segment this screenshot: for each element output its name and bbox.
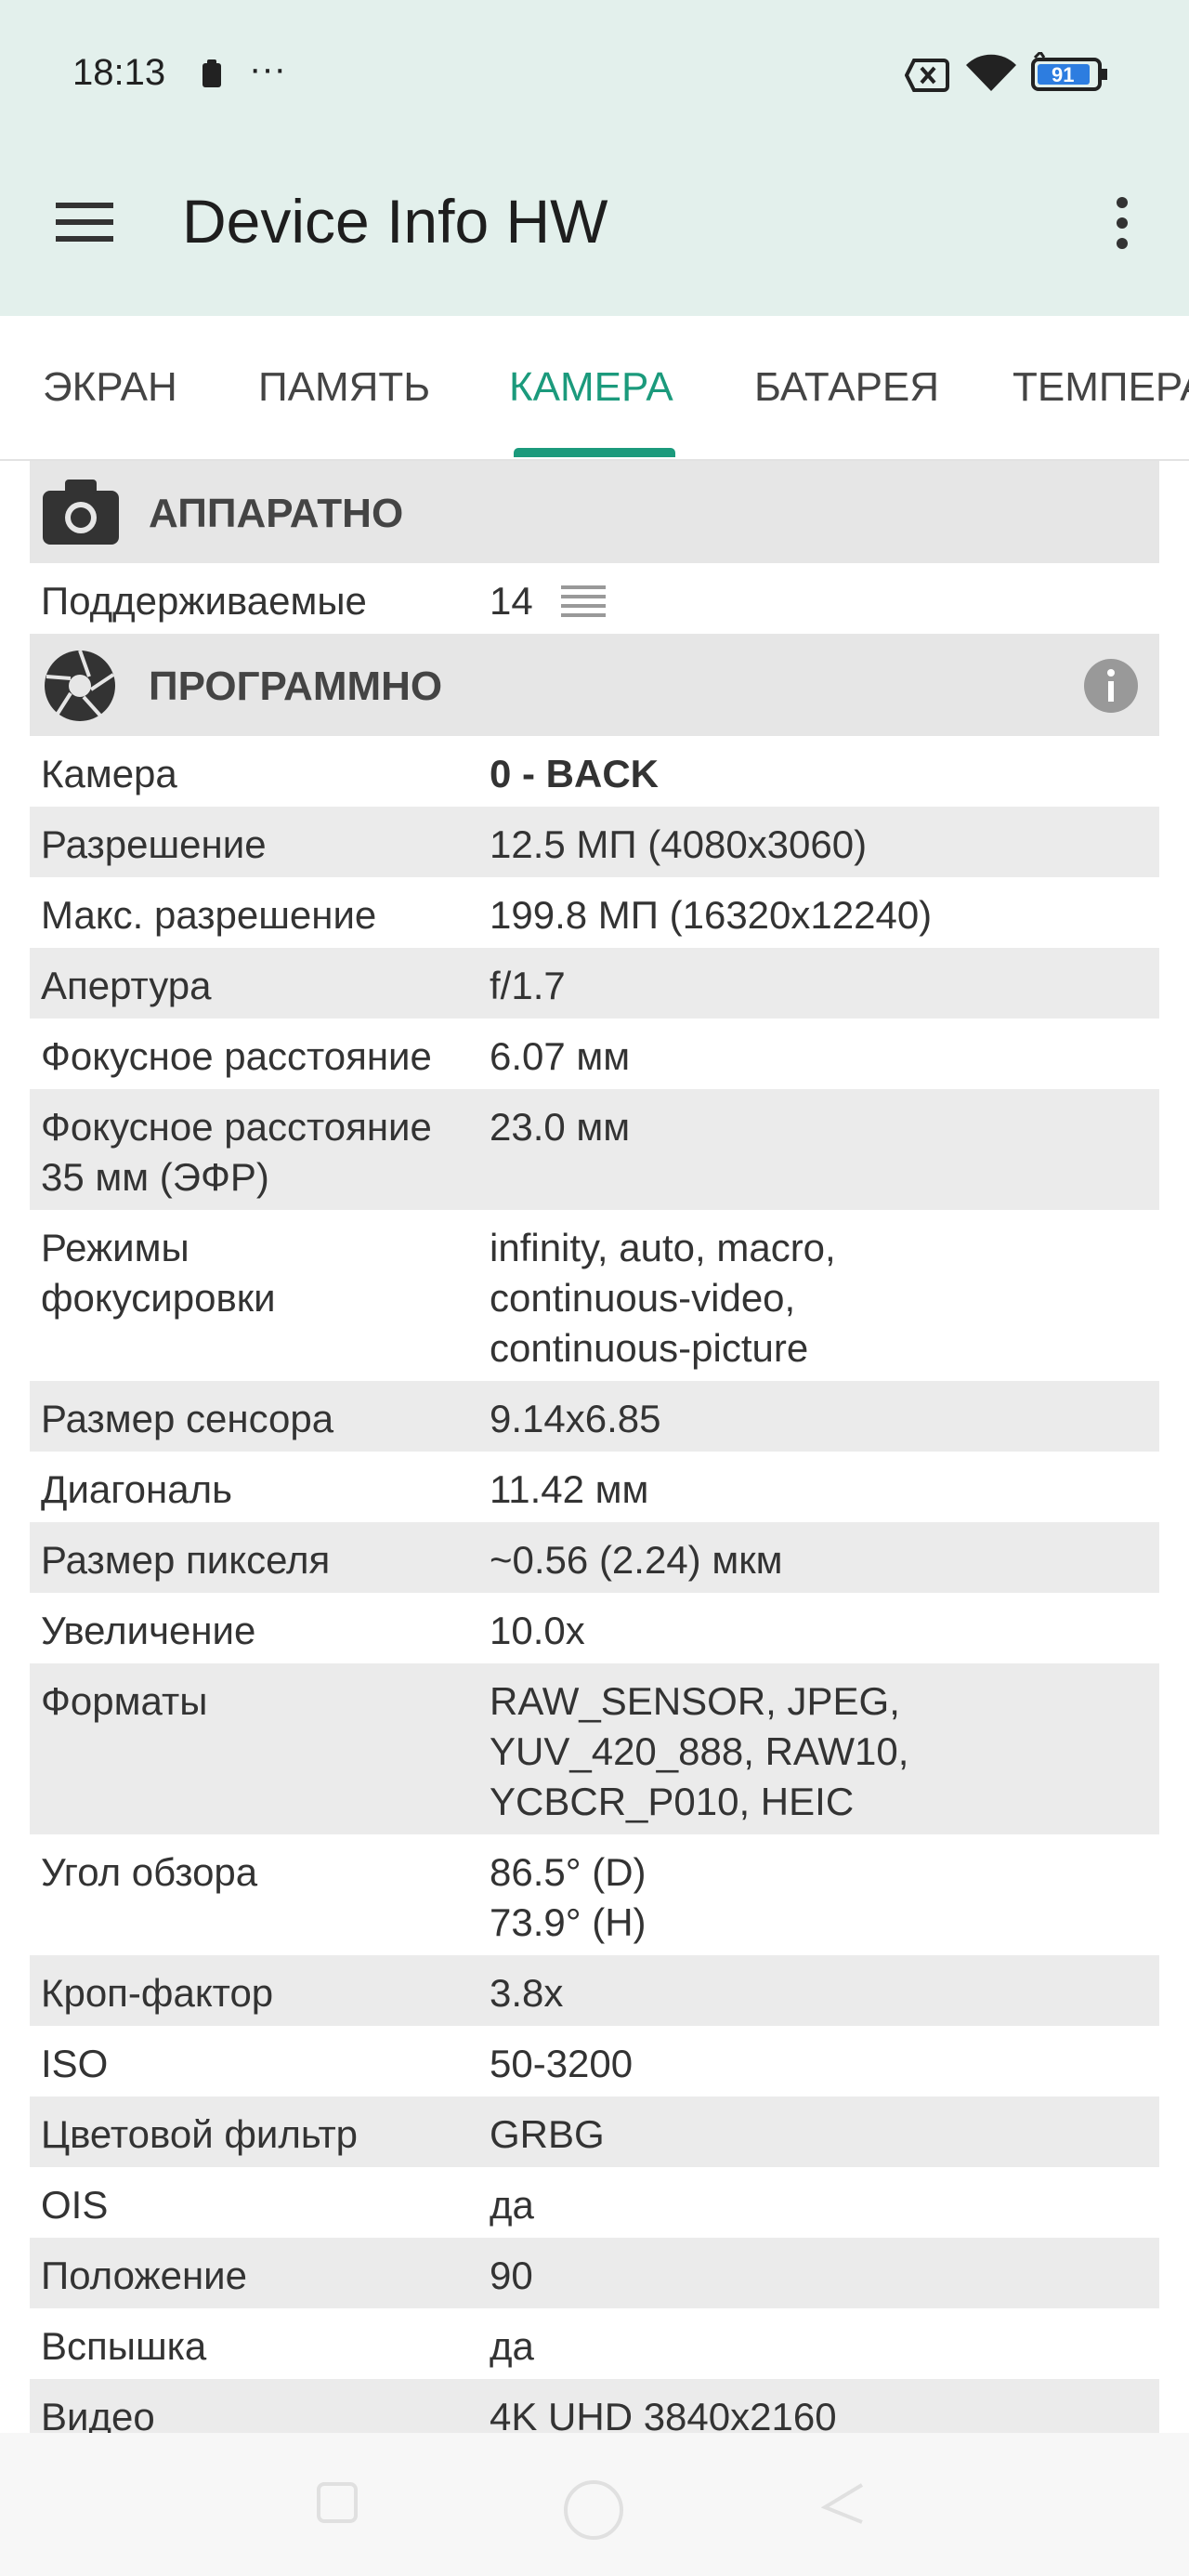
wifi-icon — [964, 54, 1018, 98]
battery-level-text: 91 — [1052, 63, 1075, 86]
app-title: Device Info HW — [182, 187, 608, 256]
tab-battery[interactable]: БАТАРЕЯ — [754, 364, 939, 411]
row-value: 199.8 МП (16320x12240) — [490, 893, 933, 937]
overflow-menu-icon[interactable] — [1111, 193, 1133, 257]
camera-icon — [41, 478, 121, 551]
info-row-sensor-size[interactable]: Размер сенсора 9.14x6.85 — [30, 1381, 1159, 1452]
list-icon[interactable] — [561, 584, 606, 624]
row-key: OIS — [41, 2183, 109, 2227]
row-key: Размер сенсора — [41, 1397, 334, 1440]
row-value: 3.8x — [490, 1971, 564, 2015]
row-value: да — [490, 2183, 534, 2227]
row-value: RAW_SENSOR, JPEG, YUV_420_888, RAW10, YC… — [490, 1679, 909, 1823]
tab-screen[interactable]: ЭКРАН — [43, 364, 177, 411]
row-key: Форматы — [41, 1679, 208, 1723]
section-software: ПРОГРАММНО — [30, 634, 1159, 736]
row-key: Поддерживаемые — [41, 579, 367, 623]
info-row-resolution[interactable]: Разрешение 12.5 МП (4080x3060) — [30, 807, 1159, 877]
row-key: Положение — [41, 2254, 247, 2297]
row-key: Диагональ — [41, 1467, 232, 1511]
row-key: Угол обзора — [41, 1850, 258, 1894]
row-value: 12.5 МП (4080x3060) — [490, 822, 868, 866]
info-row-diagonal[interactable]: Диагональ 11.42 мм — [30, 1452, 1159, 1522]
recent-apps-icon[interactable] — [316, 2481, 359, 2529]
row-value: 11.42 мм — [490, 1467, 649, 1511]
info-icon[interactable] — [1083, 658, 1139, 718]
camera-info-list: АППАРАТНО Поддерживаемые 14 ПРОГРАММНО К… — [30, 461, 1159, 2433]
row-value: 6.07 мм — [490, 1034, 631, 1078]
row-value: 86.5° (D) 73.9° (H) — [490, 1850, 647, 1944]
row-value: f/1.7 — [490, 964, 566, 1007]
info-row-video[interactable]: Видео 4K UHD 3840x2160 — [30, 2379, 1159, 2433]
supported-cameras-row[interactable]: Поддерживаемые 14 — [30, 563, 1159, 634]
info-row-zoom[interactable]: Увеличение 10.0x — [30, 1593, 1159, 1663]
row-key: Фокусное расстояние 35 мм (ЭФР) — [41, 1105, 432, 1199]
row-value: 9.14x6.85 — [490, 1397, 661, 1440]
tab-temperature[interactable]: ТЕМПЕРА — [1013, 364, 1189, 411]
row-value: 10.0x — [490, 1609, 585, 1652]
row-value: 50-3200 — [490, 2042, 634, 2085]
system-navigation-bar — [0, 2433, 1189, 2576]
tab-bar: ЭКРАН ПАМЯТЬ КАМЕРА БАТАРЕЯ ТЕМПЕРА — [0, 316, 1189, 461]
status-time: 18:13 — [72, 52, 166, 93]
row-key: ISO — [41, 2042, 109, 2085]
row-key: Вспышка — [41, 2324, 207, 2368]
row-key: Кроп-фактор — [41, 1971, 274, 2015]
no-sim-icon — [904, 58, 949, 98]
row-value: 90 — [490, 2254, 533, 2297]
info-row-focal-length[interactable]: Фокусное расстояние 6.07 мм — [30, 1019, 1159, 1089]
row-value: 4K UHD 3840x2160 — [490, 2395, 837, 2433]
section-hardware-title: АППАРАТНО — [149, 491, 404, 536]
section-software-title: ПРОГРАММНО — [149, 664, 443, 709]
tab-memory[interactable]: ПАМЯТЬ — [258, 364, 430, 411]
info-row-pixel-size[interactable]: Размер пикселя ~0.56 (2.24) мкм — [30, 1522, 1159, 1593]
info-row-focus-modes[interactable]: Режимы фокусировки infinity, auto, macro… — [30, 1210, 1159, 1381]
back-icon[interactable] — [820, 2481, 866, 2530]
row-key: Разрешение — [41, 822, 267, 866]
info-row-camera[interactable]: Камера 0 - BACK — [30, 736, 1159, 807]
info-row-color-filter[interactable]: Цветовой фильтр GRBG — [30, 2096, 1159, 2167]
row-value: 23.0 мм — [490, 1105, 631, 1149]
info-row-field-of-view[interactable]: Угол обзора 86.5° (D) 73.9° (H) — [30, 1834, 1159, 1955]
clipboard-notification-icon — [201, 58, 223, 94]
row-key: Увеличение — [41, 1609, 256, 1652]
home-icon[interactable] — [561, 2477, 626, 2547]
row-key: Размер пикселя — [41, 1538, 331, 1582]
info-row-formats[interactable]: Форматы RAW_SENSOR, JPEG, YUV_420_888, R… — [30, 1663, 1159, 1834]
tab-indicator — [514, 448, 675, 457]
row-value: infinity, auto, macro, continuous-video,… — [490, 1226, 836, 1370]
info-row-flash[interactable]: Вспышка да — [30, 2308, 1159, 2379]
info-row-ois[interactable]: OIS да — [30, 2167, 1159, 2238]
tab-camera[interactable]: КАМЕРА — [509, 364, 673, 411]
section-hardware: АППАРАТНО — [30, 461, 1159, 563]
row-key: Камера — [41, 752, 177, 795]
row-key: Фокусное расстояние — [41, 1034, 432, 1078]
row-key: Видео — [41, 2395, 155, 2433]
row-value: 0 - BACK — [490, 752, 660, 795]
info-row-focal-length-35mm[interactable]: Фокусное расстояние 35 мм (ЭФР) 23.0 мм — [30, 1089, 1159, 1210]
row-key: Режимы фокусировки — [41, 1226, 276, 1320]
info-row-orientation[interactable]: Положение 90 — [30, 2238, 1159, 2308]
more-notifications-icon: ··· — [249, 48, 286, 89]
menu-icon[interactable] — [54, 199, 115, 250]
row-value: да — [490, 2324, 534, 2368]
info-row-crop-factor[interactable]: Кроп-фактор 3.8x — [30, 1955, 1159, 2026]
info-row-aperture[interactable]: Апертура f/1.7 — [30, 948, 1159, 1019]
info-row-iso[interactable]: ISO 50-3200 — [30, 2026, 1159, 2096]
row-value: ~0.56 (2.24) мкм — [490, 1538, 783, 1582]
row-key: Апертура — [41, 964, 212, 1007]
row-key: Макс. разрешение — [41, 893, 377, 937]
row-key: Цветовой фильтр — [41, 2112, 359, 2156]
status-bar: 18:13 ··· 91 — [0, 0, 1189, 156]
aperture-icon — [43, 649, 117, 728]
row-value: GRBG — [490, 2112, 605, 2156]
info-row-max-resolution[interactable]: Макс. разрешение 199.8 МП (16320x12240) — [30, 877, 1159, 948]
